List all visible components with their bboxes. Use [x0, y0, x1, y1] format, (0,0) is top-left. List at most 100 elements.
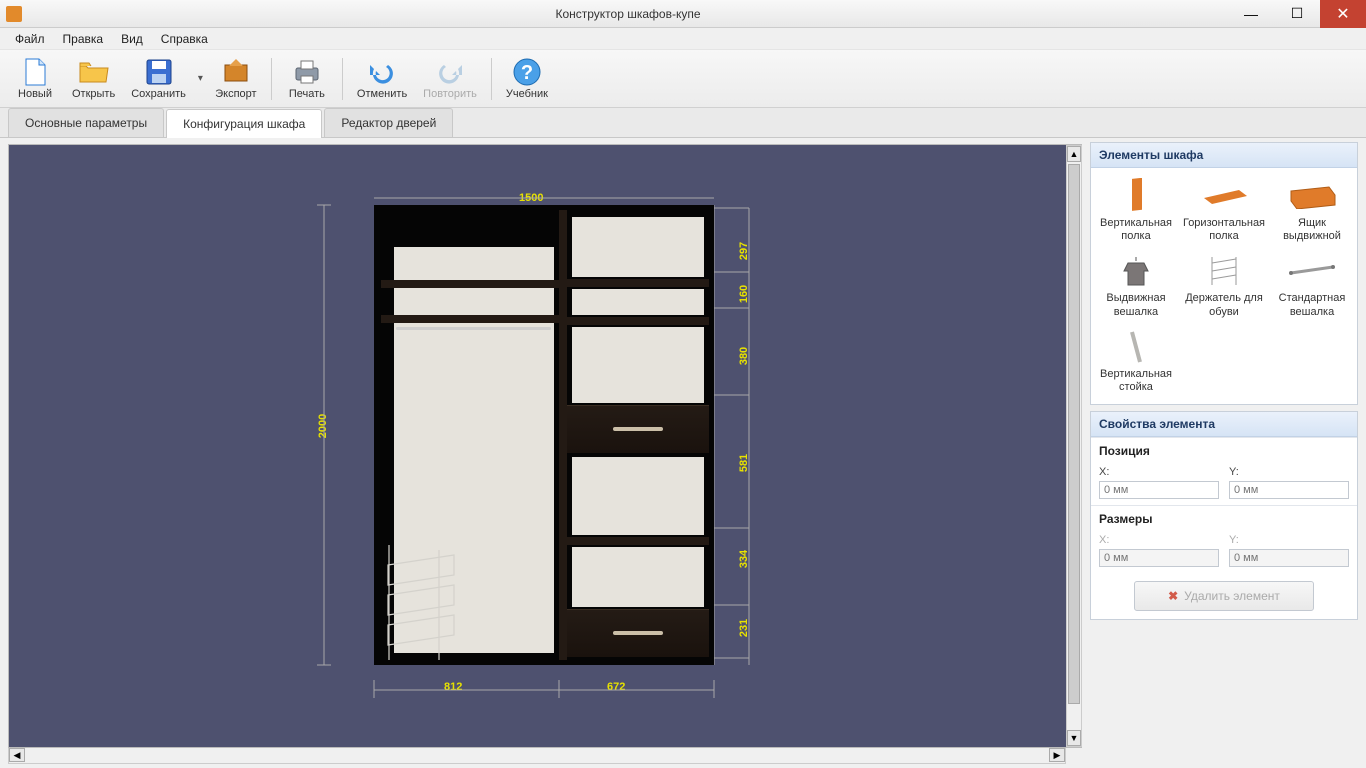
- scroll-left-icon[interactable]: ◀: [9, 748, 25, 762]
- svg-text:?: ?: [521, 62, 533, 84]
- redo-label: Повторить: [423, 88, 477, 100]
- new-file-icon: [19, 57, 51, 87]
- window-title: Конструктор шкафов-купе: [28, 7, 1228, 21]
- drawer-handle-icon: [613, 427, 663, 431]
- right-panel: [572, 547, 704, 607]
- close-button[interactable]: ✕: [1320, 0, 1366, 28]
- left-panel: [394, 247, 554, 653]
- menu-view[interactable]: Вид: [112, 29, 152, 49]
- vertical-divider: [559, 210, 567, 660]
- palette-drawer[interactable]: Ящик выдвижной: [1269, 174, 1355, 247]
- scroll-right-icon[interactable]: ▶: [1049, 748, 1065, 762]
- horizontal-scrollbar[interactable]: ◀ ▶: [8, 748, 1066, 764]
- new-label: Новый: [18, 88, 52, 100]
- position-section: Позиция X: Y:: [1091, 437, 1357, 505]
- right-panel: [572, 457, 704, 535]
- tab-config[interactable]: Конфигурация шкафа: [166, 109, 322, 138]
- shelf: [567, 537, 709, 545]
- palette-horizontal-shelf[interactable]: Горизонтальная полка: [1181, 174, 1267, 247]
- tab-params[interactable]: Основные параметры: [8, 108, 164, 137]
- drawer-handle-icon: [613, 631, 663, 635]
- toolbar: Новый Открыть Сохранить ▾ Экспорт Печать…: [0, 50, 1366, 108]
- help-icon: ?: [511, 57, 543, 87]
- palette-vertical-stand[interactable]: Вертикальная стойка: [1093, 325, 1179, 398]
- palette-shoe-holder[interactable]: Держатель для обуви: [1181, 249, 1267, 322]
- pos-x-input[interactable]: [1099, 481, 1219, 499]
- print-button[interactable]: Печать: [278, 53, 336, 105]
- open-label: Открыть: [72, 88, 115, 100]
- drawer: [567, 405, 709, 453]
- title-bar: Конструктор шкафов-купе — ☐ ✕: [0, 0, 1366, 28]
- toolbar-separator: [491, 58, 492, 100]
- toolbar-separator: [271, 58, 272, 100]
- right-panel: [572, 289, 704, 315]
- redo-icon: [434, 57, 466, 87]
- palette-label: Выдвижная вешалка: [1095, 292, 1177, 318]
- palette-label: Вертикальная полка: [1095, 217, 1177, 243]
- menu-edit[interactable]: Правка: [54, 29, 113, 49]
- save-label: Сохранить: [131, 88, 186, 100]
- vertical-stand-icon: [1111, 329, 1161, 365]
- shelf: [381, 280, 559, 288]
- undo-label: Отменить: [357, 88, 407, 100]
- redo-button[interactable]: Повторить: [415, 53, 485, 105]
- tutorial-button[interactable]: ? Учебник: [498, 53, 556, 105]
- menu-help[interactable]: Справка: [152, 29, 217, 49]
- wardrobe-body: [374, 205, 714, 665]
- save-dropdown-icon[interactable]: ▾: [194, 73, 207, 84]
- tab-strip: Основные параметры Конфигурация шкафа Ре…: [0, 108, 1366, 138]
- shelf: [381, 315, 559, 323]
- palette-label: Стандартная вешалка: [1271, 292, 1353, 318]
- palette-vertical-shelf[interactable]: Вертикальная полка: [1093, 174, 1179, 247]
- floppy-icon: [143, 57, 175, 87]
- export-button[interactable]: Экспорт: [207, 53, 265, 105]
- size-y-input: [1229, 549, 1349, 567]
- delete-element-button: ✖ Удалить элемент: [1134, 581, 1314, 611]
- properties-panel: Свойства элемента Позиция X: Y: Размеры: [1090, 411, 1358, 620]
- printer-icon: [291, 57, 323, 87]
- right-panel: [572, 217, 704, 277]
- design-canvas[interactable]: ▲ ▼ 2000 1500 297 160 380 581 334 231 81…: [8, 144, 1082, 748]
- vertical-scrollbar[interactable]: ▲ ▼: [1066, 145, 1082, 747]
- print-label: Печать: [289, 88, 325, 100]
- maximize-button[interactable]: ☐: [1274, 0, 1320, 28]
- scroll-thumb[interactable]: [1068, 164, 1080, 704]
- undo-icon: [366, 57, 398, 87]
- shelf: [567, 279, 709, 287]
- vertical-shelf-icon: [1111, 178, 1161, 214]
- position-title: Позиция: [1099, 444, 1349, 458]
- export-label: Экспорт: [215, 88, 256, 100]
- tab-doors[interactable]: Редактор дверей: [324, 108, 453, 137]
- palette-label: Вертикальная стойка: [1095, 368, 1177, 394]
- horizontal-shelf-icon: [1199, 178, 1249, 214]
- size-y-label: Y:: [1229, 534, 1239, 546]
- open-button[interactable]: Открыть: [64, 53, 123, 105]
- palette-label: Горизонтальная полка: [1183, 217, 1265, 243]
- menu-file[interactable]: Файл: [6, 29, 54, 49]
- drawer-icon: [1287, 178, 1337, 214]
- sidebar: Элементы шкафа Вертикальная полка Горизо…: [1086, 138, 1366, 768]
- size-x-label: X:: [1099, 534, 1109, 546]
- size-x-input: [1099, 549, 1219, 567]
- new-button[interactable]: Новый: [6, 53, 64, 105]
- save-button[interactable]: Сохранить: [123, 53, 194, 105]
- content-area: ▲ ▼ 2000 1500 297 160 380 581 334 231 81…: [0, 138, 1366, 768]
- properties-header: Свойства элемента: [1091, 412, 1357, 437]
- undo-button[interactable]: Отменить: [349, 53, 415, 105]
- hanger-bar-icon: [1287, 253, 1337, 289]
- pos-y-input[interactable]: [1229, 481, 1349, 499]
- hanger-shirt-icon: [1111, 253, 1161, 289]
- elements-panel: Элементы шкафа Вертикальная полка Горизо…: [1090, 142, 1358, 405]
- folder-open-icon: [78, 57, 110, 87]
- palette-label: Ящик выдвижной: [1271, 217, 1353, 243]
- export-icon: [220, 57, 252, 87]
- minimize-button[interactable]: —: [1228, 0, 1274, 28]
- palette-standard-hanger[interactable]: Стандартная вешалка: [1269, 249, 1355, 322]
- palette-pullout-hanger[interactable]: Выдвижная вешалка: [1093, 249, 1179, 322]
- right-panel: [572, 327, 704, 403]
- hanger-bar: [396, 327, 551, 330]
- elements-palette: Вертикальная полка Горизонтальная полка …: [1091, 168, 1357, 404]
- scroll-down-icon[interactable]: ▼: [1067, 730, 1081, 746]
- canvas-wrapper: ▲ ▼ 2000 1500 297 160 380 581 334 231 81…: [0, 138, 1086, 768]
- scroll-up-icon[interactable]: ▲: [1067, 146, 1081, 162]
